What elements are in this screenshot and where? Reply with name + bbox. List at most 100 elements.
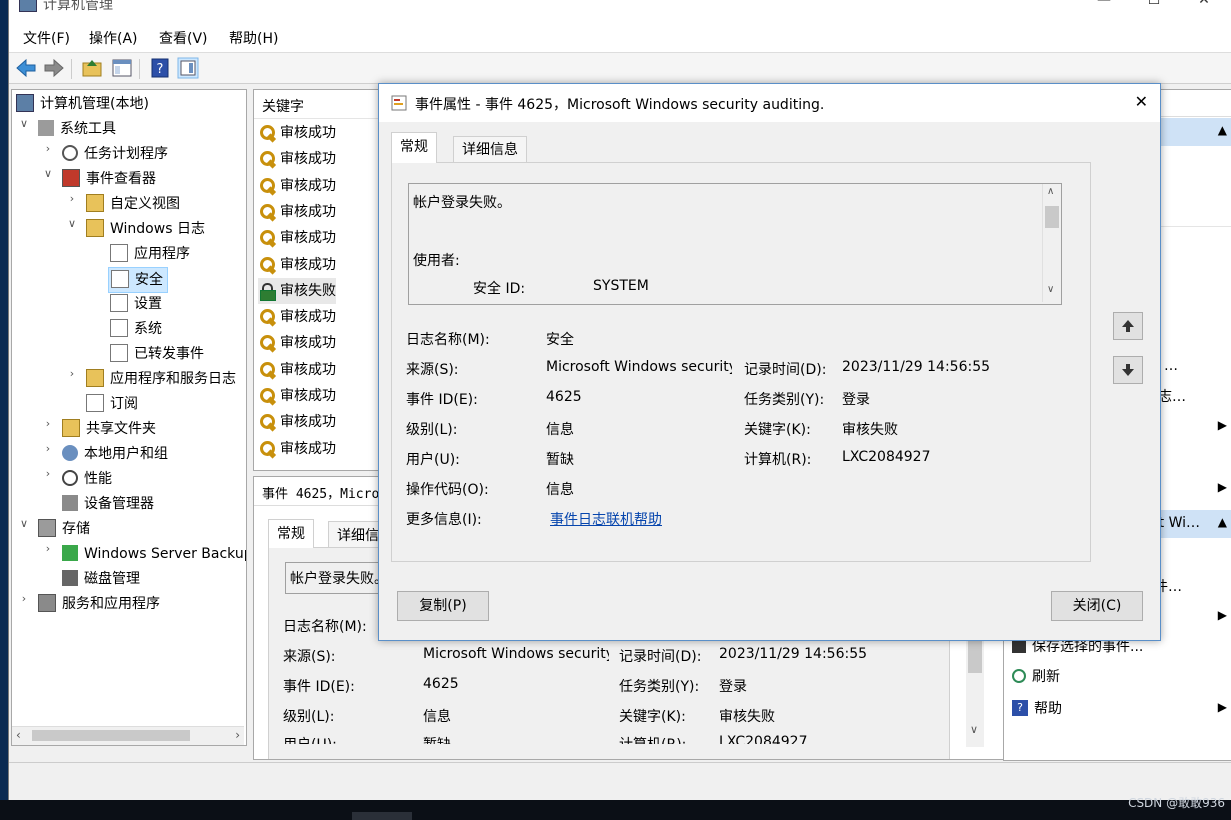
tree-item-subscriptions[interactable]: 订阅 bbox=[86, 392, 138, 416]
help-icon[interactable]: ? bbox=[149, 57, 171, 79]
tree-item-applications-and-services-logs[interactable]: 应用程序和服务日志 bbox=[86, 367, 236, 391]
tree-item-windows-logs[interactable]: Windows 日志 bbox=[86, 217, 205, 241]
close-icon[interactable]: ✕ bbox=[1135, 92, 1148, 111]
tree-item-services-applications[interactable]: 服务和应用程序 bbox=[38, 592, 160, 616]
tab-general[interactable]: 常规 bbox=[268, 519, 314, 548]
submenu-arrow-icon[interactable]: ▶ bbox=[1218, 418, 1227, 432]
tree-item-windows-server-backup[interactable]: Windows Server Backup bbox=[62, 542, 246, 566]
chevron-down-icon[interactable]: ∨ bbox=[970, 723, 978, 736]
chevron-right-icon[interactable]: › bbox=[66, 192, 78, 205]
tree-item-task-scheduler[interactable]: 任务计划程序 bbox=[62, 142, 168, 166]
submenu-arrow-icon[interactable]: ▶ bbox=[1218, 480, 1227, 494]
chevron-down-icon[interactable]: ∨ bbox=[18, 517, 30, 530]
copy-button[interactable]: 复制(P) bbox=[397, 591, 489, 621]
list-item[interactable]: 审核成功 bbox=[258, 304, 336, 330]
toolbar-separator bbox=[71, 59, 72, 79]
submenu-arrow-icon[interactable]: ▶ bbox=[1218, 608, 1227, 622]
key-icon bbox=[258, 334, 276, 352]
action-item-2[interactable]: 志… bbox=[1158, 386, 1186, 406]
list-item[interactable]: 审核成功 bbox=[258, 199, 336, 225]
menu-file[interactable]: 文件(F) bbox=[23, 28, 70, 48]
list-column-header[interactable]: 关键字 bbox=[254, 90, 384, 119]
close-button[interactable]: 关闭(C) bbox=[1051, 591, 1143, 621]
computer-management-icon bbox=[16, 94, 34, 112]
list-item[interactable]: 审核成功 bbox=[258, 146, 336, 172]
tree-item-performance[interactable]: 性能 bbox=[62, 467, 112, 491]
chevron-right-icon[interactable]: › bbox=[18, 592, 30, 605]
list-item[interactable]: 审核成功 bbox=[258, 173, 336, 199]
list-item[interactable]: 审核成功 bbox=[258, 120, 336, 146]
up-folder-icon[interactable] bbox=[81, 57, 103, 79]
scroll-right-icon[interactable]: › bbox=[235, 728, 240, 742]
close-window-button[interactable]: ✕ bbox=[1189, 0, 1219, 12]
previous-event-button[interactable] bbox=[1113, 312, 1143, 340]
tree-item-device-manager[interactable]: 设备管理器 bbox=[62, 492, 154, 516]
chevron-up-icon[interactable]: ∧ bbox=[1047, 186, 1054, 197]
back-arrow-icon[interactable] bbox=[15, 57, 37, 79]
list-item[interactable]: 审核成功 bbox=[258, 409, 336, 435]
tree-item-storage[interactable]: 存储 bbox=[38, 517, 90, 541]
chevron-right-icon[interactable]: › bbox=[42, 142, 54, 155]
menu-action[interactable]: 操作(A) bbox=[89, 28, 138, 48]
tree-horizontal-scrollbar[interactable]: ‹ › bbox=[12, 726, 244, 745]
event-log-online-help-link[interactable]: 事件日志联机帮助 bbox=[550, 509, 662, 529]
chevron-down-icon[interactable]: ∨ bbox=[42, 167, 54, 180]
tree-item-local-users-groups[interactable]: 本地用户和组 bbox=[62, 442, 168, 466]
list-item[interactable]: 审核成功 bbox=[258, 436, 336, 462]
list-item[interactable]: 审核成功 bbox=[258, 252, 336, 278]
chevron-right-icon[interactable]: › bbox=[42, 417, 54, 430]
maximize-button[interactable]: ☐ bbox=[1139, 0, 1169, 12]
chevron-right-icon[interactable]: › bbox=[42, 542, 54, 555]
description-line-1: 帐户登录失败。 bbox=[413, 195, 511, 211]
action-help[interactable]: ? 帮助 bbox=[1012, 698, 1062, 718]
submenu-arrow-icon[interactable]: ▶ bbox=[1218, 700, 1227, 714]
tree-item-disk-management[interactable]: 磁盘管理 bbox=[62, 567, 140, 591]
list-item[interactable]: 审核成功 bbox=[258, 383, 336, 409]
list-item[interactable]: 审核成功 bbox=[258, 225, 336, 251]
next-event-button[interactable] bbox=[1113, 356, 1143, 384]
chevron-right-icon[interactable]: › bbox=[42, 442, 54, 455]
tree-item-application-log[interactable]: 应用程序 bbox=[110, 242, 190, 266]
scroll-thumb[interactable] bbox=[32, 730, 190, 741]
dialog-tab-details[interactable]: 详细信息 bbox=[453, 136, 527, 163]
menu-view[interactable]: 查看(V) bbox=[159, 28, 208, 48]
list-item[interactable]: 审核失败 bbox=[258, 277, 336, 304]
chevron-right-icon[interactable]: › bbox=[66, 367, 78, 380]
tree-item-system-tools[interactable]: 系统工具 bbox=[38, 117, 116, 141]
collapse-up-icon[interactable]: ▲ bbox=[1218, 123, 1227, 137]
menu-help[interactable]: 帮助(H) bbox=[229, 28, 278, 48]
list-item[interactable]: 审核成功 bbox=[258, 330, 336, 356]
list-item-label: 审核成功 bbox=[280, 309, 336, 326]
description-scrollbar[interactable]: ∧ ∨ bbox=[1042, 184, 1061, 302]
list-item[interactable]: 审核成功 bbox=[258, 357, 336, 383]
scroll-left-icon[interactable]: ‹ bbox=[16, 728, 21, 742]
tree-item-system-log[interactable]: 系统 bbox=[110, 317, 162, 341]
clock-icon bbox=[62, 145, 78, 161]
action-refresh[interactable]: 刷新 bbox=[1012, 666, 1060, 686]
show-action-pane-icon[interactable] bbox=[177, 57, 199, 79]
chevron-down-icon[interactable]: ∨ bbox=[1047, 284, 1054, 295]
tree-item-computer-management[interactable]: 计算机管理(本地) bbox=[16, 92, 149, 116]
show-hide-tree-icon[interactable] bbox=[111, 57, 133, 79]
tree-item-shared-folders[interactable]: 共享文件夹 bbox=[62, 417, 156, 441]
chevron-down-icon[interactable]: ∨ bbox=[18, 117, 30, 130]
dialog-tab-general[interactable]: 常规 bbox=[391, 132, 437, 163]
tree-item-setup-log[interactable]: 设置 bbox=[110, 292, 162, 316]
taskbar-app-slot[interactable] bbox=[352, 812, 412, 820]
forward-arrow-icon[interactable] bbox=[43, 57, 65, 79]
scroll-thumb[interactable] bbox=[1045, 206, 1059, 228]
tree-item-custom-views[interactable]: 自定义视图 bbox=[86, 192, 180, 216]
tree-item-event-viewer[interactable]: 事件查看器 bbox=[62, 167, 156, 191]
tree-item-forwarded-events[interactable]: 已转发事件 bbox=[110, 342, 204, 366]
event-description-box[interactable]: 帐户登录失败。 使用者: 安全 ID: SYSTEM ∧ ∨ bbox=[408, 183, 1062, 305]
help-icon: ? bbox=[1012, 700, 1028, 716]
dialog-value-source: Microsoft Windows security auditing. bbox=[546, 359, 732, 375]
chevron-down-icon[interactable]: ∨ bbox=[66, 217, 78, 230]
dialog-value-computer: LXC2084927 bbox=[842, 449, 931, 465]
tree-item-security-log[interactable]: 安全 bbox=[108, 267, 168, 293]
folder-icon bbox=[86, 194, 104, 212]
action-item-1[interactable]: … bbox=[1164, 358, 1178, 374]
minimize-button[interactable]: — bbox=[1089, 0, 1119, 12]
chevron-right-icon[interactable]: › bbox=[42, 467, 54, 480]
collapse-up-icon[interactable]: ▲ bbox=[1218, 515, 1227, 529]
